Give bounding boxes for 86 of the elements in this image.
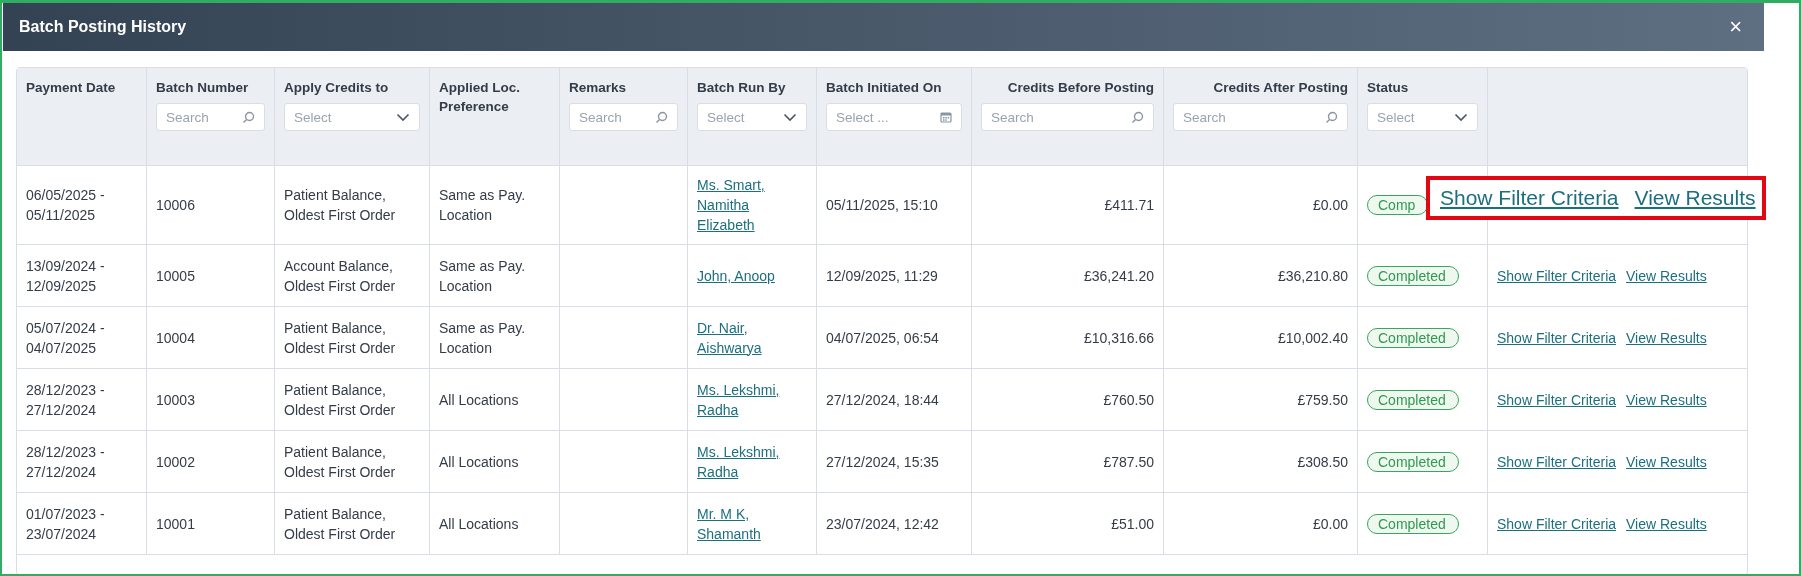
column-header: Batch Run By	[697, 79, 787, 97]
close-button[interactable]: ×	[1725, 16, 1746, 38]
credits-target-cell-text: Account Balance, Oldest First Order	[284, 256, 397, 296]
show-filter-criteria-link[interactable]: Show Filter Criteria	[1497, 327, 1617, 348]
column-header: Applied Loc. Preference	[439, 79, 521, 116]
window-title: Batch Posting History	[19, 18, 187, 36]
view-results-link[interactable]: View Results	[1626, 327, 1707, 348]
location-cell-text: All Locations	[439, 514, 519, 534]
amount-cell-text: £0.00	[1312, 514, 1348, 534]
amount-cell-text: £10,316.66	[1083, 328, 1154, 348]
payment-date-cell-text: 28/12/2023 - 27/12/2024	[26, 380, 106, 420]
credits-target-cell-text: Patient Balance, Oldest First Order	[284, 186, 397, 225]
payment-date-cell-text: 13/09/2024 - 12/09/2025	[26, 256, 106, 296]
chevron-down-icon	[783, 112, 797, 122]
location-cell-text: All Locations	[439, 390, 519, 410]
credits-target-cell-text: Patient Balance, Oldest First Order	[284, 504, 397, 544]
batch-number-cell-text: 10003	[156, 390, 195, 410]
view-results-link[interactable]: View Results	[1626, 265, 1707, 286]
amount-cell-text: £760.50	[1103, 390, 1154, 410]
initiated-on-cell-text: 23/07/2024, 12:42	[826, 514, 939, 534]
column-header: Credits Before Posting	[1007, 79, 1154, 97]
search-icon	[1325, 110, 1338, 124]
credits-target-cell-text: Patient Balance, Oldest First Order	[284, 318, 397, 358]
view-results-link[interactable]: View Results	[1626, 451, 1707, 472]
payment-date-cell-text: 28/12/2023 - 27/12/2024	[26, 442, 106, 482]
search-icon	[655, 110, 668, 124]
search-icon	[242, 110, 255, 124]
chevron-down-icon	[1454, 112, 1468, 122]
payment-date-cell-text: 01/07/2023 - 23/07/2024	[26, 504, 106, 544]
status-badge: Completed	[1367, 327, 1459, 348]
show-filter-criteria-link[interactable]: Show Filter Criteria	[1497, 265, 1617, 286]
view-results-link[interactable]: View Results	[1626, 389, 1707, 410]
batch-number-cell-text: 10005	[156, 266, 195, 286]
amount-cell-text: £10,002.40	[1277, 328, 1348, 348]
credits-target-cell-text: Patient Balance, Oldest First Order	[284, 380, 397, 420]
initiated-on-cell-text: 27/12/2024, 18:44	[826, 390, 939, 410]
run-by-link[interactable]: Mr. M K, Shamanth	[697, 503, 807, 544]
column-header: Credits After Posting	[1213, 79, 1348, 97]
column-header: Batch Number	[156, 79, 250, 97]
column-header: Apply Credits to	[284, 79, 390, 97]
initiated-on-cell-text: 12/09/2025, 11:29	[826, 266, 938, 286]
show-filter-criteria-link[interactable]: Show Filter Criteria	[1497, 513, 1617, 534]
run-by-link[interactable]: Dr. Nair, Aishwarya	[697, 317, 807, 358]
amount-cell-text: £308.50	[1297, 452, 1348, 472]
amount-cell-text: £759.50	[1297, 390, 1348, 410]
calendar-icon	[940, 111, 952, 123]
initiated-on-cell-text: 05/11/2025, 15:10	[826, 196, 938, 215]
payment-date-cell-text: 05/07/2024 - 04/07/2025	[26, 318, 106, 358]
show-filter-criteria-link[interactable]: Show Filter Criteria	[1497, 389, 1617, 410]
amount-cell-text: £0.00	[1312, 196, 1348, 215]
batch-number-cell-text: 10002	[156, 452, 195, 472]
status-badge: Completed	[1367, 451, 1459, 472]
show-filter-criteria-link[interactable]: Show Filter Criteria	[1497, 451, 1617, 472]
batch-number-cell-text: 10004	[156, 328, 195, 348]
show-filter-criteria-link[interactable]: Show Filter Criteria	[1440, 188, 1619, 208]
column-header: Status	[1367, 79, 1410, 97]
batch-number-cell-text: 10006	[156, 196, 195, 215]
amount-cell-text: £787.50	[1103, 452, 1154, 472]
run-by-link[interactable]: John, Anoop	[697, 265, 775, 286]
amount-cell-text: £51.00	[1111, 514, 1154, 534]
location-cell-text: Same as Pay. Location	[439, 186, 527, 225]
status-badge: Completed	[1367, 265, 1459, 286]
amount-cell-text: £36,210.80	[1277, 266, 1348, 286]
location-cell-text: Same as Pay. Location	[439, 318, 527, 358]
amount-cell-text: £36,241.20	[1083, 266, 1154, 286]
view-results-link[interactable]: View Results	[1626, 513, 1707, 534]
column-header: Batch Initiated On	[826, 79, 943, 97]
view-results-link[interactable]: View Results	[1634, 188, 1756, 208]
credits-target-cell-text: Patient Balance, Oldest First Order	[284, 442, 397, 482]
search-icon	[1131, 110, 1144, 124]
initiated-on-cell-text: 27/12/2024, 15:35	[826, 452, 939, 472]
payment-date-cell-text: 06/05/2025 - 05/11/2025	[26, 186, 106, 225]
column-header: Payment Date	[26, 79, 117, 97]
location-cell-text: All Locations	[439, 452, 519, 472]
status-badge: Comp	[1367, 195, 1429, 215]
run-by-link[interactable]: Ms. Smart, Namitha Elizabeth	[697, 175, 807, 235]
status-badge: Completed	[1367, 513, 1459, 534]
chevron-down-icon	[396, 112, 410, 122]
run-by-link[interactable]: Ms. Lekshmi, Radha	[697, 379, 807, 420]
amount-cell-text: £411.71	[1104, 196, 1154, 215]
batch-number-cell-text: 10001	[156, 514, 195, 534]
run-by-link[interactable]: Ms. Lekshmi, Radha	[697, 441, 807, 482]
location-cell-text: Same as Pay. Location	[439, 256, 527, 296]
column-header: Remarks	[569, 79, 628, 97]
initiated-on-cell-text: 04/07/2025, 06:54	[826, 328, 939, 348]
status-badge: Completed	[1367, 389, 1459, 410]
